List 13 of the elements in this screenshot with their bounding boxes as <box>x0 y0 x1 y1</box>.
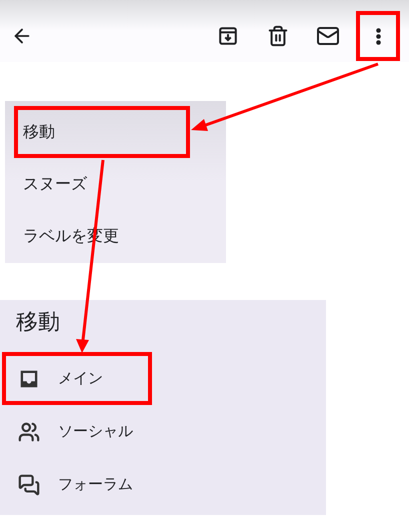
menu-item[interactable]: スヌーズ <box>14 158 190 210</box>
move-option[interactable]: フォーラム <box>2 458 152 511</box>
move-option[interactable]: ソーシャル <box>2 405 152 458</box>
sheet-title: 移動 <box>15 309 60 337</box>
move-option[interactable]: メイン <box>2 352 152 405</box>
more-icon <box>376 28 380 44</box>
trash-icon <box>267 25 289 47</box>
people-icon <box>18 420 40 442</box>
chat-icon <box>18 474 40 496</box>
menu-item[interactable]: 移動 <box>14 106 190 158</box>
archive-icon <box>217 25 239 47</box>
mail-icon <box>316 24 340 48</box>
more-button[interactable] <box>356 11 400 61</box>
